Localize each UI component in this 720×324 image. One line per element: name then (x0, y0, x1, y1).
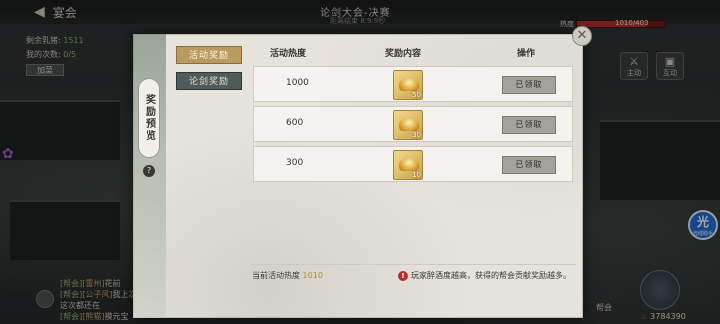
claimed-button[interactable]: 已领取 (502, 156, 556, 174)
ingot-shape (399, 119, 419, 131)
row-heat: 600 (286, 118, 304, 128)
footer-tip-text: 玩家醉酒度越高，获得的帮会贡献奖励越多。 (411, 271, 571, 280)
current-heat-label: 当前活动热度 (252, 271, 300, 280)
gold-ingot-icon[interactable]: 50 (393, 70, 423, 100)
row-heat: 1000 (286, 78, 309, 88)
header-heat: 活动热度 (270, 49, 307, 59)
close-button[interactable]: ✕ (572, 26, 592, 46)
table-header: 活动热度 奖励内容 操作 (252, 46, 574, 60)
tab-activity-rewards[interactable]: 活动奖励 (176, 46, 242, 64)
header-action: 操作 (517, 49, 536, 59)
ingot-shape (399, 159, 419, 171)
item-qty: 10 (412, 171, 421, 179)
reward-preview-side-tab: 奖励预览 (138, 78, 160, 158)
gold-ingot-icon[interactable]: 30 (393, 110, 423, 140)
item-qty: 30 (412, 131, 421, 139)
item-qty: 50 (412, 91, 421, 99)
table-row: 300 10 已领取 (253, 146, 573, 182)
gold-ingot-icon[interactable]: 10 (393, 150, 423, 180)
current-heat-value: 1010 (302, 271, 323, 280)
help-icon[interactable]: ? (143, 165, 155, 177)
tab-duel-rewards[interactable]: 论剑奖励 (176, 72, 242, 90)
row-heat: 300 (286, 158, 304, 168)
claimed-button[interactable]: 已领取 (502, 76, 556, 94)
ingot-shape (399, 79, 419, 91)
warning-icon: ! (398, 270, 408, 281)
table-row: 600 30 已领取 (253, 106, 573, 142)
header-reward: 奖励内容 (385, 49, 422, 59)
claimed-button[interactable]: 已领取 (502, 116, 556, 134)
current-heat: 当前活动热度 1010 (252, 270, 323, 281)
table-row: 1000 50 已领取 (253, 66, 573, 102)
footer-tip: ! 玩家醉酒度越高，获得的帮会贡献奖励越多。 (398, 270, 571, 281)
footer-divider (250, 264, 576, 265)
